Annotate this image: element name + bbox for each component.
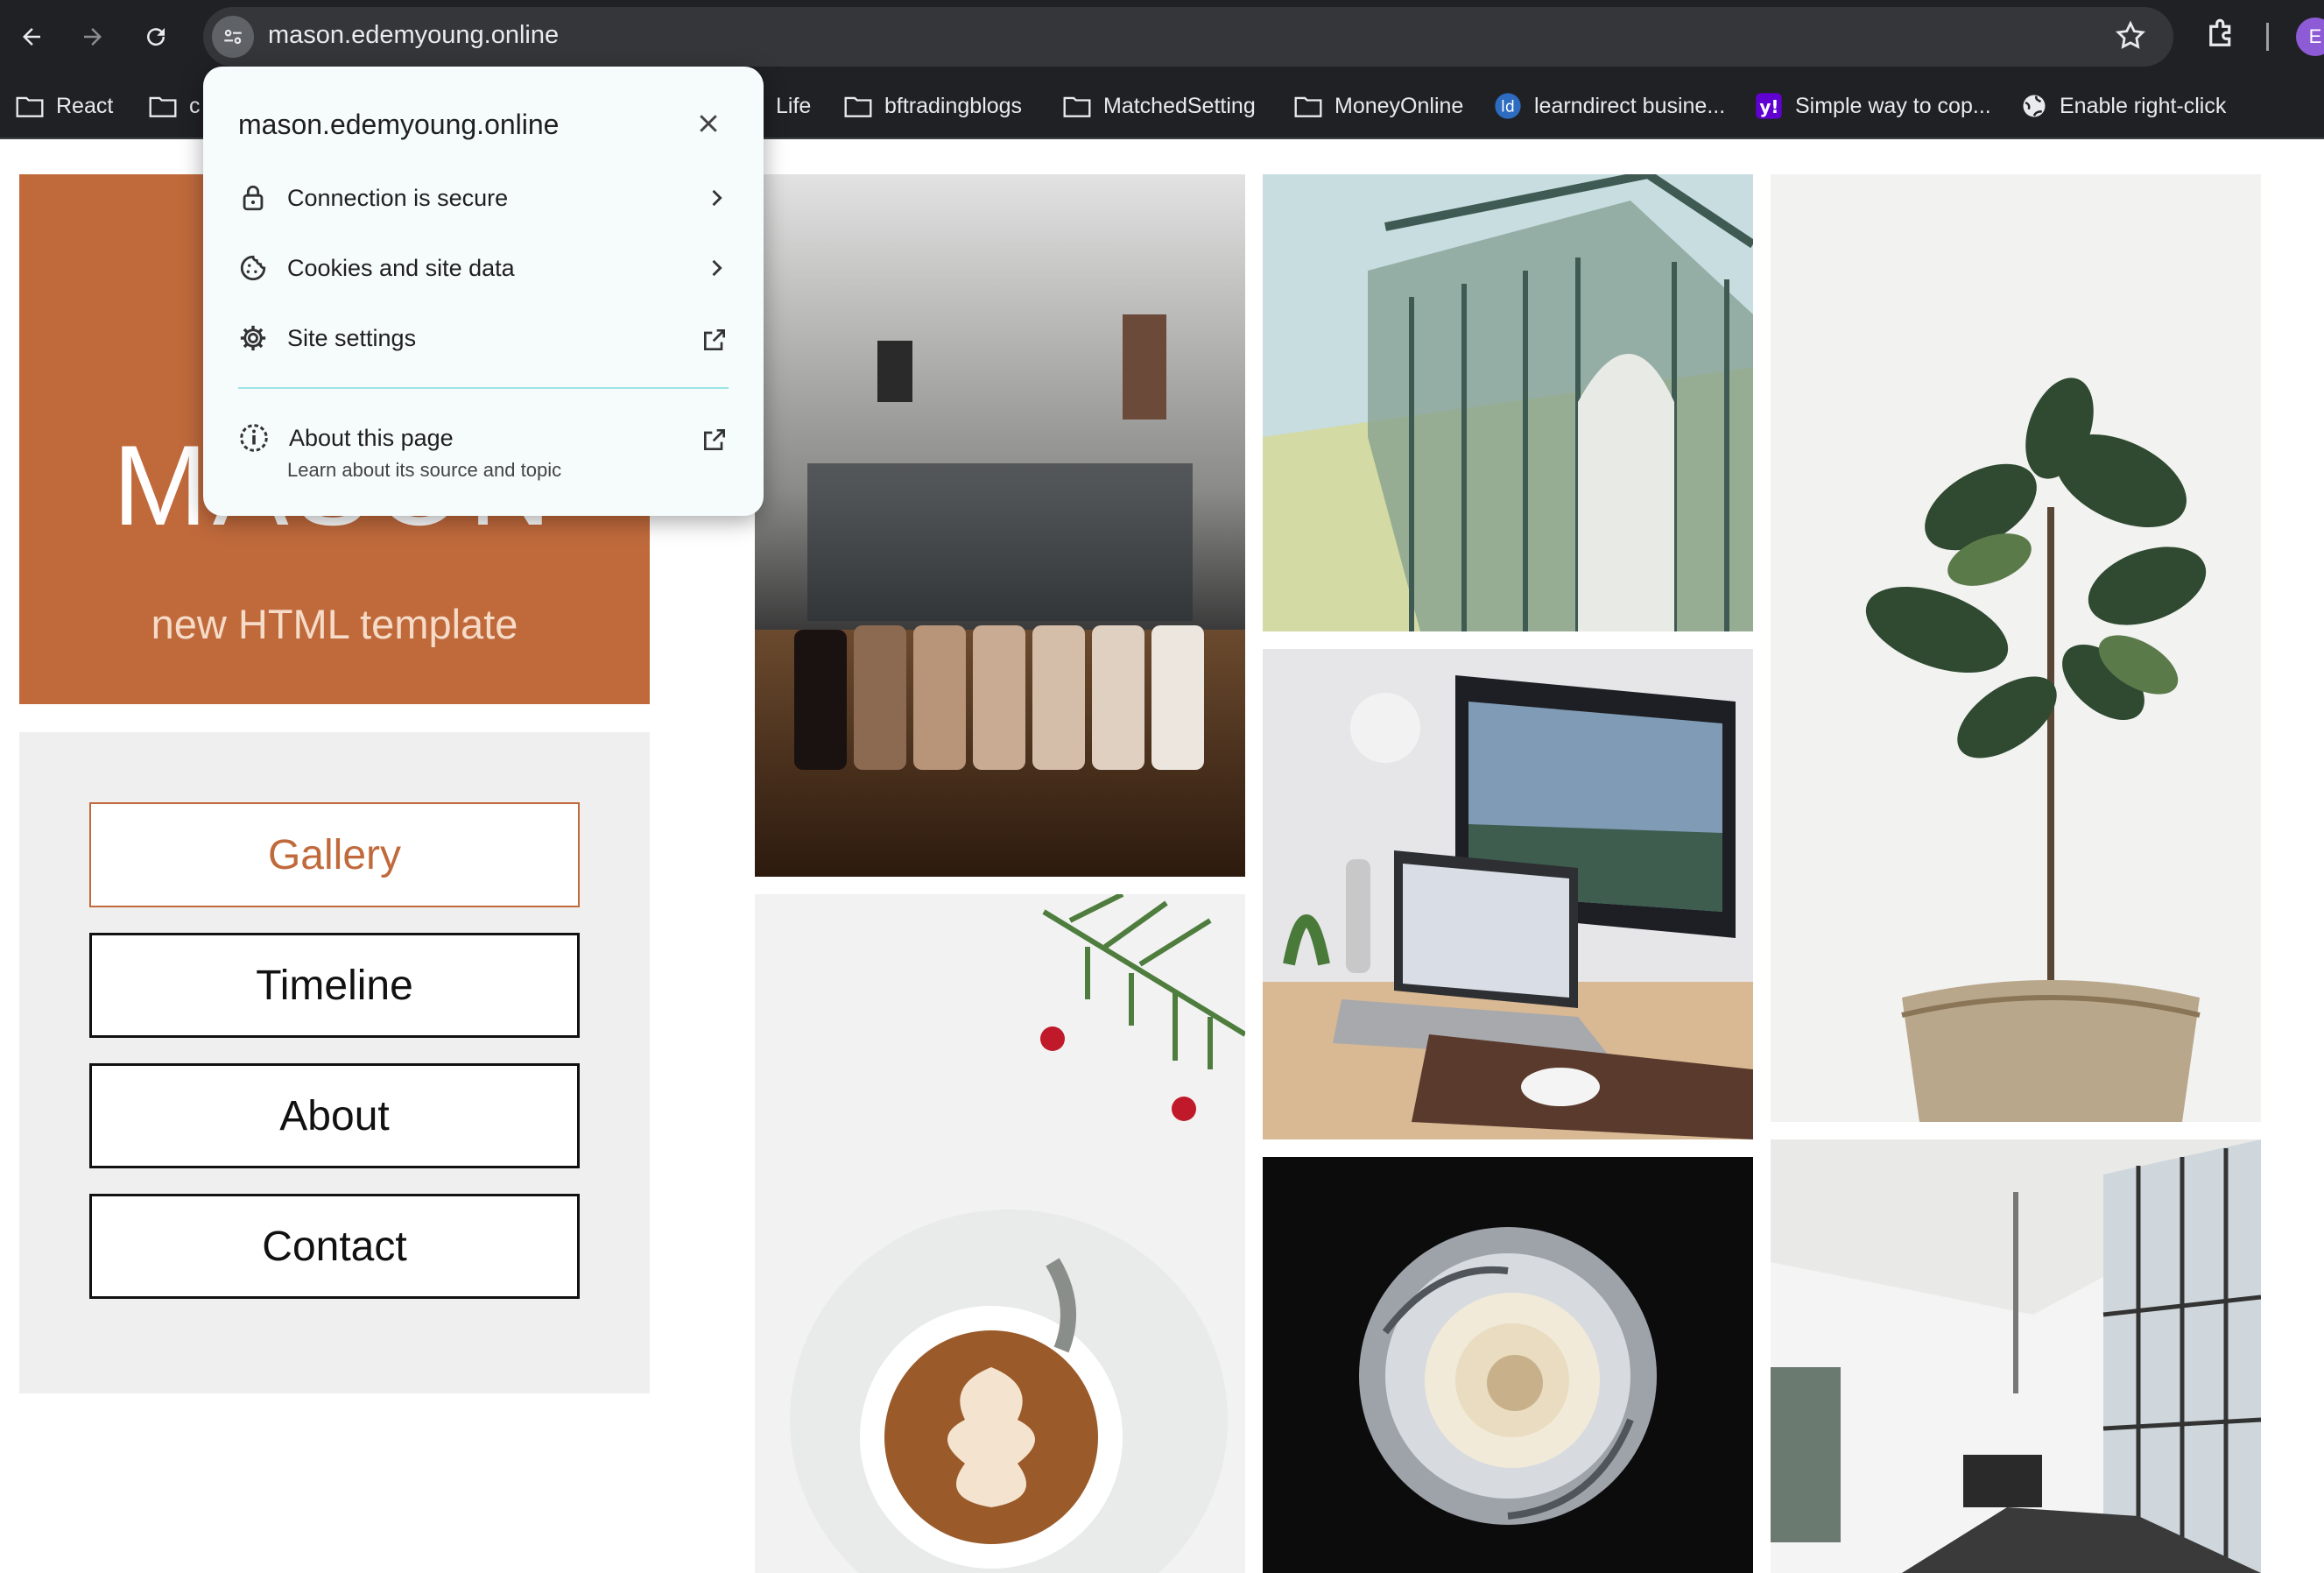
bookmark-moneyonline[interactable]: MoneyOnline (1294, 74, 1463, 138)
about-this-page-label: About this page (289, 424, 454, 451)
office-interior-photo[interactable] (1771, 1139, 2261, 1573)
menu-contact-button[interactable]: Contact (89, 1194, 580, 1299)
cookie-icon (240, 255, 266, 281)
toolbar-divider (2266, 23, 2269, 51)
bookmark-label: Simple way to cop... (1795, 93, 1991, 118)
desk-computer-photo[interactable] (1263, 649, 1753, 1139)
external-link-icon (704, 329, 725, 350)
white-rose-photo[interactable] (1263, 1157, 1753, 1573)
globe-icon (2023, 95, 2046, 117)
folder-icon (16, 96, 44, 117)
reload-icon (147, 28, 165, 46)
profile-avatar[interactable]: E (2296, 18, 2324, 56)
fiddle-leaf-plant-photo[interactable] (1771, 174, 2261, 1122)
bookmark-bftradingblogs[interactable]: bftradingblogs (844, 74, 1022, 138)
close-icon[interactable] (695, 110, 722, 141)
reload-button[interactable] (137, 18, 175, 56)
site-settings-label: Site settings (287, 324, 417, 351)
bookmark-simple-way[interactable]: y! Simple way to cop... (1755, 74, 1991, 138)
bookmark-label: learndirect busine... (1534, 93, 1726, 118)
bookmark-label: React (56, 93, 114, 118)
info-icon (240, 424, 268, 452)
menu-about-button[interactable]: About (89, 1063, 580, 1168)
bookmark-star-icon[interactable] (2114, 19, 2147, 57)
latte-art-photo[interactable] (755, 894, 1245, 1573)
external-link-icon (704, 429, 725, 450)
back-arrow-icon (23, 28, 40, 46)
nav-menu: Gallery Timeline About Contact (19, 732, 650, 1393)
forward-button[interactable] (74, 18, 112, 56)
cookies-site-data-label: Cookies and site data (287, 254, 515, 281)
forward-arrow-icon (84, 28, 102, 46)
bookmark-label: Enable right-click (2060, 93, 2227, 118)
site-settings-item[interactable]: Site settings (238, 312, 729, 364)
site-info-button[interactable] (212, 16, 254, 58)
bookmark-life[interactable]: Life (776, 74, 811, 138)
tune-icon (224, 29, 242, 45)
learndirect-icon: ld (1495, 93, 1521, 119)
about-this-page-sublabel: Learn about its source and topic (287, 459, 562, 481)
svg-text:y!: y! (1759, 96, 1778, 117)
bookmark-label: Life (776, 93, 812, 118)
popup-title: mason.edemyoung.online (238, 109, 560, 140)
gear-icon (240, 325, 266, 351)
bookmark-c[interactable]: c (149, 74, 201, 138)
yahoo-icon: y! (1756, 93, 1782, 119)
lock-icon (243, 185, 264, 211)
banknote-architecture-photo[interactable] (1263, 174, 1753, 631)
folder-icon (844, 96, 872, 117)
url-text[interactable]: mason.edemyoung.online (268, 21, 559, 50)
svg-text:ld: ld (1501, 99, 1515, 116)
chevron-right-icon (712, 189, 722, 207)
hero-subtitle: new HTML template (151, 601, 518, 647)
back-button[interactable] (12, 18, 51, 56)
folder-icon (1294, 96, 1322, 117)
bookmark-label: MoneyOnline (1335, 93, 1464, 118)
popup-divider (238, 387, 729, 389)
browser-toolbar: mason.edemyoung.online E (0, 0, 2324, 74)
bookmark-enable-right-click[interactable]: Enable right-click (2021, 74, 2226, 138)
cookies-site-data-item[interactable]: Cookies and site data (238, 242, 729, 294)
bookmark-label: bftradingblogs (884, 93, 1023, 118)
chevron-right-icon (712, 259, 722, 277)
bookmark-matchedsetting[interactable]: MatchedSetting (1063, 74, 1256, 138)
bookmark-learndirect[interactable]: ld learndirect busine... (1494, 74, 1725, 138)
connection-secure-item[interactable]: Connection is secure (238, 172, 729, 224)
connection-secure-label: Connection is secure (287, 184, 509, 211)
site-info-popup: mason.edemyoung.online Connection is sec… (203, 67, 764, 516)
address-bar[interactable]: mason.edemyoung.online (203, 7, 2173, 67)
menu-gallery-button[interactable]: Gallery (89, 802, 580, 907)
about-this-page-item[interactable]: About this page (238, 412, 729, 464)
coffee-jars-photo[interactable] (755, 174, 1245, 877)
bookmark-react[interactable]: React (16, 74, 113, 138)
extensions-icon[interactable] (2203, 16, 2240, 57)
folder-icon (1063, 96, 1091, 117)
folder-icon (149, 96, 177, 117)
menu-timeline-button[interactable]: Timeline (89, 933, 580, 1038)
bookmark-label: MatchedSetting (1103, 93, 1256, 118)
bookmark-label: c (189, 93, 201, 118)
